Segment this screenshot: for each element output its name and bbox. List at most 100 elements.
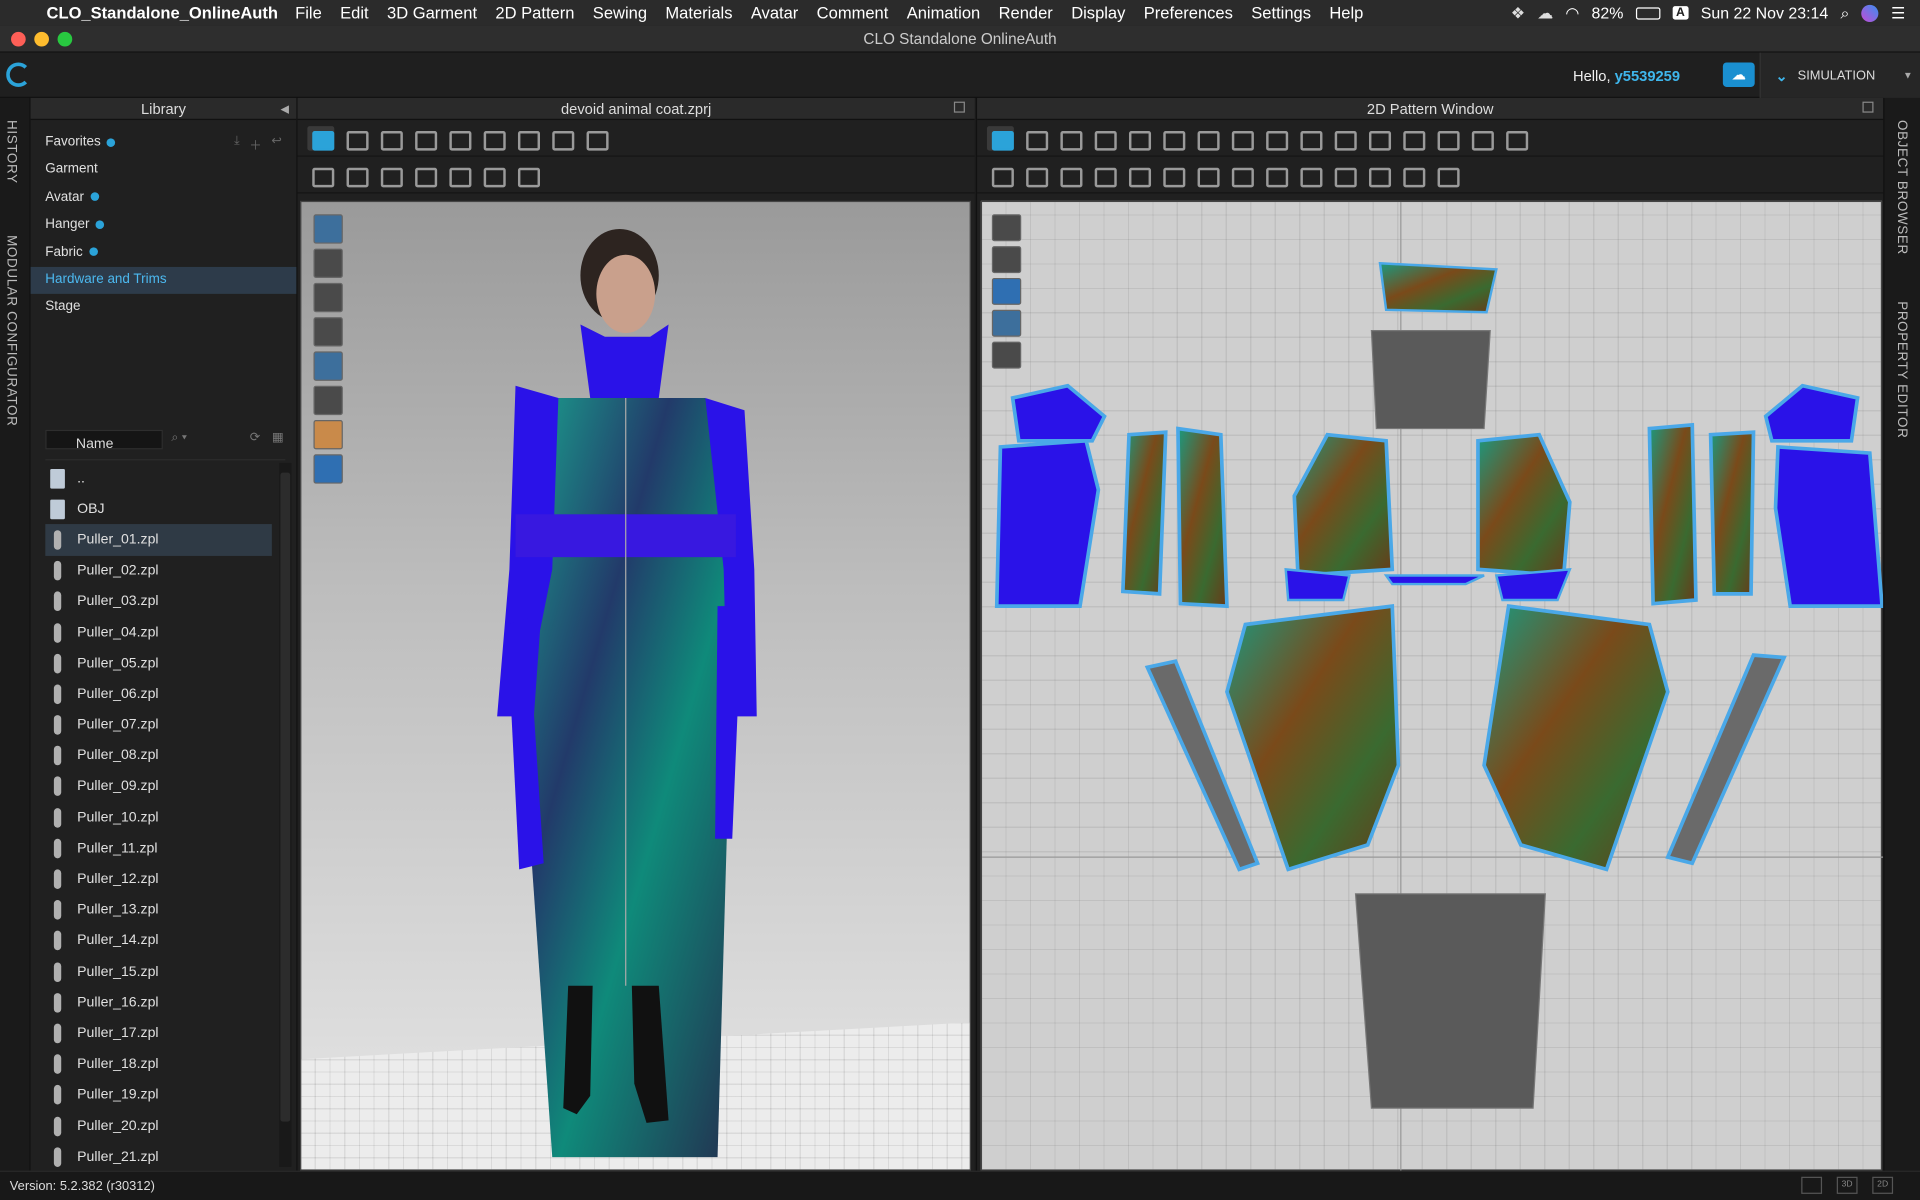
creative-cloud-icon[interactable]: ☁ <box>1537 3 1553 23</box>
file-list-item[interactable]: Puller_20.zpl <box>45 1111 272 1142</box>
ruler-icon[interactable] <box>1501 126 1529 151</box>
garment-fit-icon[interactable] <box>1158 162 1186 187</box>
dart-icon[interactable] <box>1364 126 1392 151</box>
fabric-tool-icon[interactable] <box>479 162 506 187</box>
file-list-item[interactable]: Puller_21.zpl <box>45 1141 272 1172</box>
control-center-icon[interactable]: ☰ <box>1891 3 1905 23</box>
file-list-item[interactable]: Puller_06.zpl <box>45 679 272 710</box>
library-category-avatar[interactable]: Avatar <box>31 185 297 212</box>
menu-2d-pattern[interactable]: 2D Pattern <box>495 4 574 22</box>
trace-icon[interactable] <box>1398 126 1426 151</box>
measure-tool-icon[interactable] <box>342 162 369 187</box>
cloud-sync-button[interactable]: ☁ <box>1722 62 1755 87</box>
file-list-item[interactable]: Puller_19.zpl <box>45 1080 272 1111</box>
menu-preferences[interactable]: Preferences <box>1144 4 1233 22</box>
menu-settings[interactable]: Settings <box>1251 4 1311 22</box>
download-icon[interactable]: ⤓ <box>234 135 239 153</box>
view-3d-button[interactable]: 3D <box>1836 1176 1858 1194</box>
add-icon[interactable]: ＋ <box>249 135 261 153</box>
texture-tool-icon[interactable] <box>513 162 541 187</box>
transform-pattern-icon[interactable] <box>986 125 1014 151</box>
tab-history[interactable]: HISTORY <box>4 120 19 184</box>
select-mesh-tool-icon[interactable] <box>342 126 369 151</box>
collapse-arrow-icon[interactable]: ◀ <box>281 98 289 120</box>
zoom-window-button[interactable] <box>57 31 73 47</box>
file-list-item[interactable]: Puller_17.zpl <box>45 1018 272 1049</box>
view-2d-button[interactable]: 2D <box>1872 1176 1894 1194</box>
menu-comment[interactable]: Comment <box>817 4 889 22</box>
popout-3d-icon[interactable] <box>953 101 965 113</box>
menu-sewing[interactable]: Sewing <box>593 4 647 22</box>
slash-spread-icon[interactable] <box>1193 126 1220 151</box>
puckering-icon[interactable] <box>1364 162 1392 187</box>
tab-property-editor[interactable]: PROPERTY EDITOR <box>1894 301 1909 438</box>
tape-tool-icon[interactable] <box>376 162 403 187</box>
file-list-item[interactable]: Puller_12.zpl <box>45 864 272 895</box>
file-list-item[interactable]: Puller_01.zpl <box>45 524 272 556</box>
library-category-hardware-and-trims[interactable]: Hardware and Trims <box>30 266 297 295</box>
style-line-icon[interactable] <box>444 162 472 187</box>
menu-render[interactable]: Render <box>999 4 1053 22</box>
library-category-fabric[interactable]: Fabric <box>31 239 297 266</box>
pin-tool-icon[interactable] <box>582 126 609 151</box>
topstitch-icon[interactable] <box>1261 162 1289 187</box>
cut-line-icon[interactable] <box>1158 126 1186 151</box>
edit-curve-icon[interactable] <box>1056 126 1083 151</box>
iron-icon[interactable] <box>1124 162 1152 187</box>
library-scrollbar[interactable] <box>279 462 292 1167</box>
battery-percent[interactable]: 82% <box>1592 4 1624 22</box>
menu-display[interactable]: Display <box>1071 4 1125 22</box>
curve-point-icon[interactable] <box>1090 126 1117 151</box>
column-name[interactable]: Name <box>45 436 286 461</box>
menu-edit[interactable]: Edit <box>340 4 368 22</box>
file-list-item[interactable]: .. <box>45 463 272 494</box>
texture-edit-icon[interactable] <box>1193 162 1220 187</box>
segment-sewing-2d-icon[interactable] <box>987 162 1014 187</box>
menu-3d-garment[interactable]: 3D Garment <box>387 4 477 22</box>
arrangement-tool-icon[interactable] <box>479 126 506 151</box>
free-sewing-2d-icon[interactable] <box>1021 162 1049 187</box>
file-list-item[interactable]: Puller_02.zpl <box>45 555 272 586</box>
file-list-item[interactable]: Puller_16.zpl <box>45 987 272 1018</box>
viewport-2d[interactable] <box>980 200 1884 1172</box>
elastic-icon[interactable] <box>1433 162 1460 187</box>
file-list-item[interactable]: Puller_10.zpl <box>45 802 272 833</box>
file-list-item[interactable]: Puller_13.zpl <box>45 895 272 926</box>
select-move-tool-icon[interactable] <box>307 125 335 151</box>
menu-file[interactable]: File <box>295 4 322 22</box>
file-list-item[interactable]: Puller_11.zpl <box>45 833 272 864</box>
internal-polygon-icon[interactable] <box>1330 126 1357 151</box>
menu-animation[interactable]: Animation <box>907 4 981 22</box>
graphic-icon[interactable] <box>1227 162 1254 187</box>
box-select-tool-icon[interactable] <box>376 126 403 151</box>
segment-sewing-icon[interactable] <box>513 126 541 151</box>
clock[interactable]: Sun 22 Nov 23:14 <box>1701 4 1828 22</box>
username-link[interactable]: y5539259 <box>1615 67 1680 84</box>
library-category-hanger[interactable]: Hanger <box>31 212 297 239</box>
file-list-item[interactable]: Puller_15.zpl <box>45 956 272 987</box>
input-source[interactable]: A <box>1672 6 1689 20</box>
edit-sewing-icon[interactable] <box>1056 162 1083 187</box>
spotlight-icon[interactable]: ⌕ <box>1841 3 1850 23</box>
file-list-item[interactable]: Puller_09.zpl <box>45 771 272 802</box>
siri-icon[interactable] <box>1861 4 1879 22</box>
library-category-garment[interactable]: Garment <box>31 157 297 184</box>
simulation-mode-button[interactable]: ⌄ SIMULATION ▼ <box>1759 52 1920 98</box>
dropbox-icon[interactable]: ❖ <box>1511 3 1525 23</box>
pen-3d-icon[interactable] <box>410 162 438 187</box>
mode-dropdown-icon[interactable]: ▼ <box>1903 70 1913 81</box>
transform-tool-icon[interactable] <box>410 126 438 151</box>
minimize-window-button[interactable] <box>34 31 49 47</box>
app-menu[interactable]: CLO_Standalone_OnlineAuth <box>47 4 278 22</box>
file-list-item[interactable]: Puller_18.zpl <box>45 1049 272 1080</box>
file-list-item[interactable]: Puller_04.zpl <box>45 617 272 648</box>
file-list-item[interactable]: Puller_05.zpl <box>45 648 272 679</box>
seam-allowance-icon[interactable] <box>1433 126 1460 151</box>
menu-help[interactable]: Help <box>1329 4 1363 22</box>
grading-icon[interactable] <box>1467 126 1494 151</box>
zipper-icon[interactable] <box>1398 162 1426 187</box>
check-sewing-icon[interactable] <box>1090 162 1117 187</box>
file-list-item[interactable]: Puller_14.zpl <box>45 925 272 956</box>
menu-avatar[interactable]: Avatar <box>751 4 798 22</box>
close-window-button[interactable] <box>11 31 26 47</box>
